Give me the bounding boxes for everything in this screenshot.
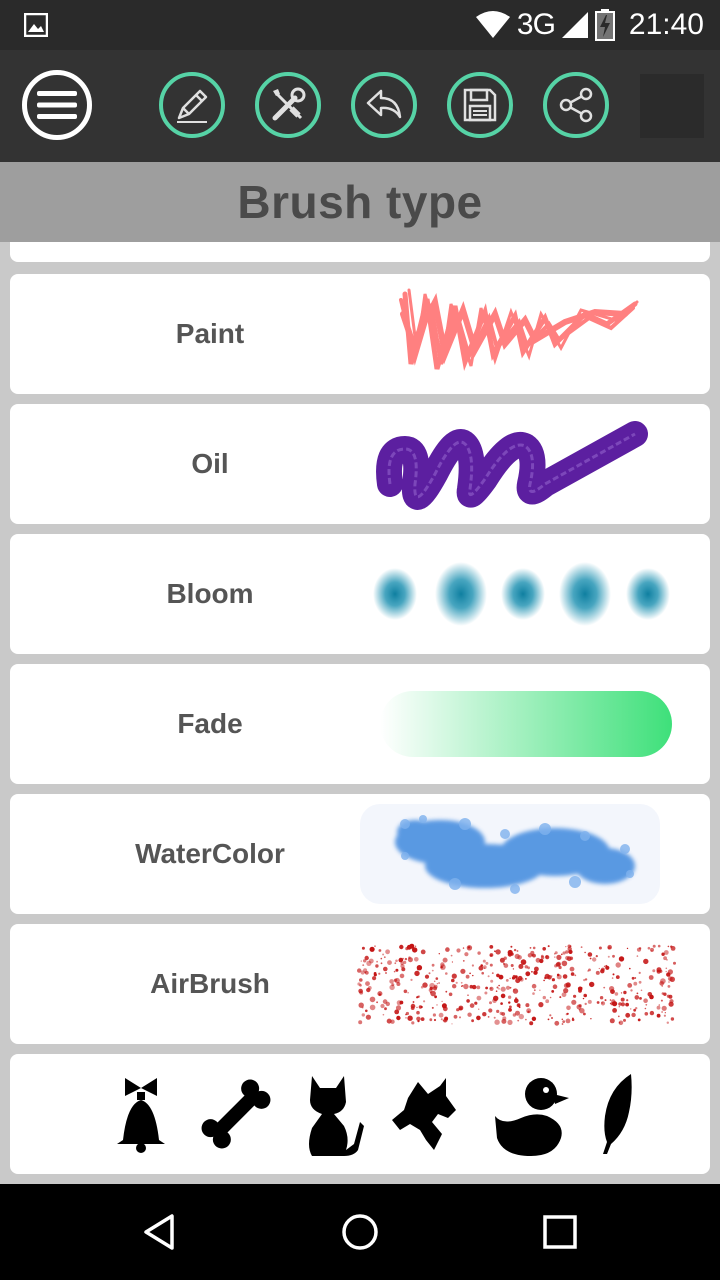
fade-stroke-preview [380,691,672,757]
brush-list[interactable]: Paint Oil Bloom Fade WaterColor AirBrush [0,242,720,1184]
brush-item-airbrush[interactable]: AirBrush [10,924,710,1044]
home-button[interactable] [330,1202,390,1262]
tools-button[interactable] [255,72,321,138]
bone-icon [202,1079,271,1149]
section-header: Brush type [0,162,720,242]
stamp-row [10,1054,710,1174]
page-title: Brush type [237,176,483,228]
brush-item-stamps[interactable] [10,1054,710,1174]
navigation-bar [0,1184,720,1280]
tools-icon [272,87,306,121]
toolbar [0,50,720,162]
image-notification-icon [24,13,48,37]
pencil-icon [177,89,208,123]
home-icon [342,1214,378,1250]
feather-icon [603,1074,632,1154]
brush-item-watercolor[interactable]: WaterColor [10,794,710,914]
undo-icon [366,89,402,119]
brush-item-bloom[interactable]: Bloom [10,534,710,654]
back-icon [144,1214,174,1250]
dog-icon [391,1078,456,1150]
list-item[interactable] [10,242,710,262]
cat-icon [309,1076,365,1156]
back-button[interactable] [130,1202,190,1262]
recents-button[interactable] [530,1202,590,1262]
share-button[interactable] [543,72,609,138]
bell-icon [116,1078,165,1153]
clock: 21:40 [628,8,704,41]
paint-stroke-preview [399,288,639,372]
brush-item-paint[interactable]: Paint [10,274,710,394]
wifi-icon [475,11,510,38]
battery-charging-icon [594,9,615,41]
menu-icon [37,91,77,119]
brush-item-oil[interactable]: Oil [10,404,710,524]
share-icon [559,87,593,123]
status-bar: 3G 21:40 [0,0,720,50]
watercolor-stroke-preview [360,804,660,904]
network-type: 3G [516,8,556,41]
save-button[interactable] [447,72,513,138]
signal-icon [561,12,588,38]
menu-button[interactable] [22,70,92,140]
pencil-button[interactable] [159,72,225,138]
brush-item-fade[interactable]: Fade [10,664,710,784]
airbrush-stroke-preview [357,943,676,1026]
duck-icon [495,1078,570,1156]
color-swatch-button[interactable] [640,74,704,138]
bloom-stroke-preview [373,562,670,626]
oil-stroke-preview [376,421,648,510]
save-icon [463,88,497,122]
recents-icon [543,1215,577,1249]
undo-button[interactable] [351,72,417,138]
